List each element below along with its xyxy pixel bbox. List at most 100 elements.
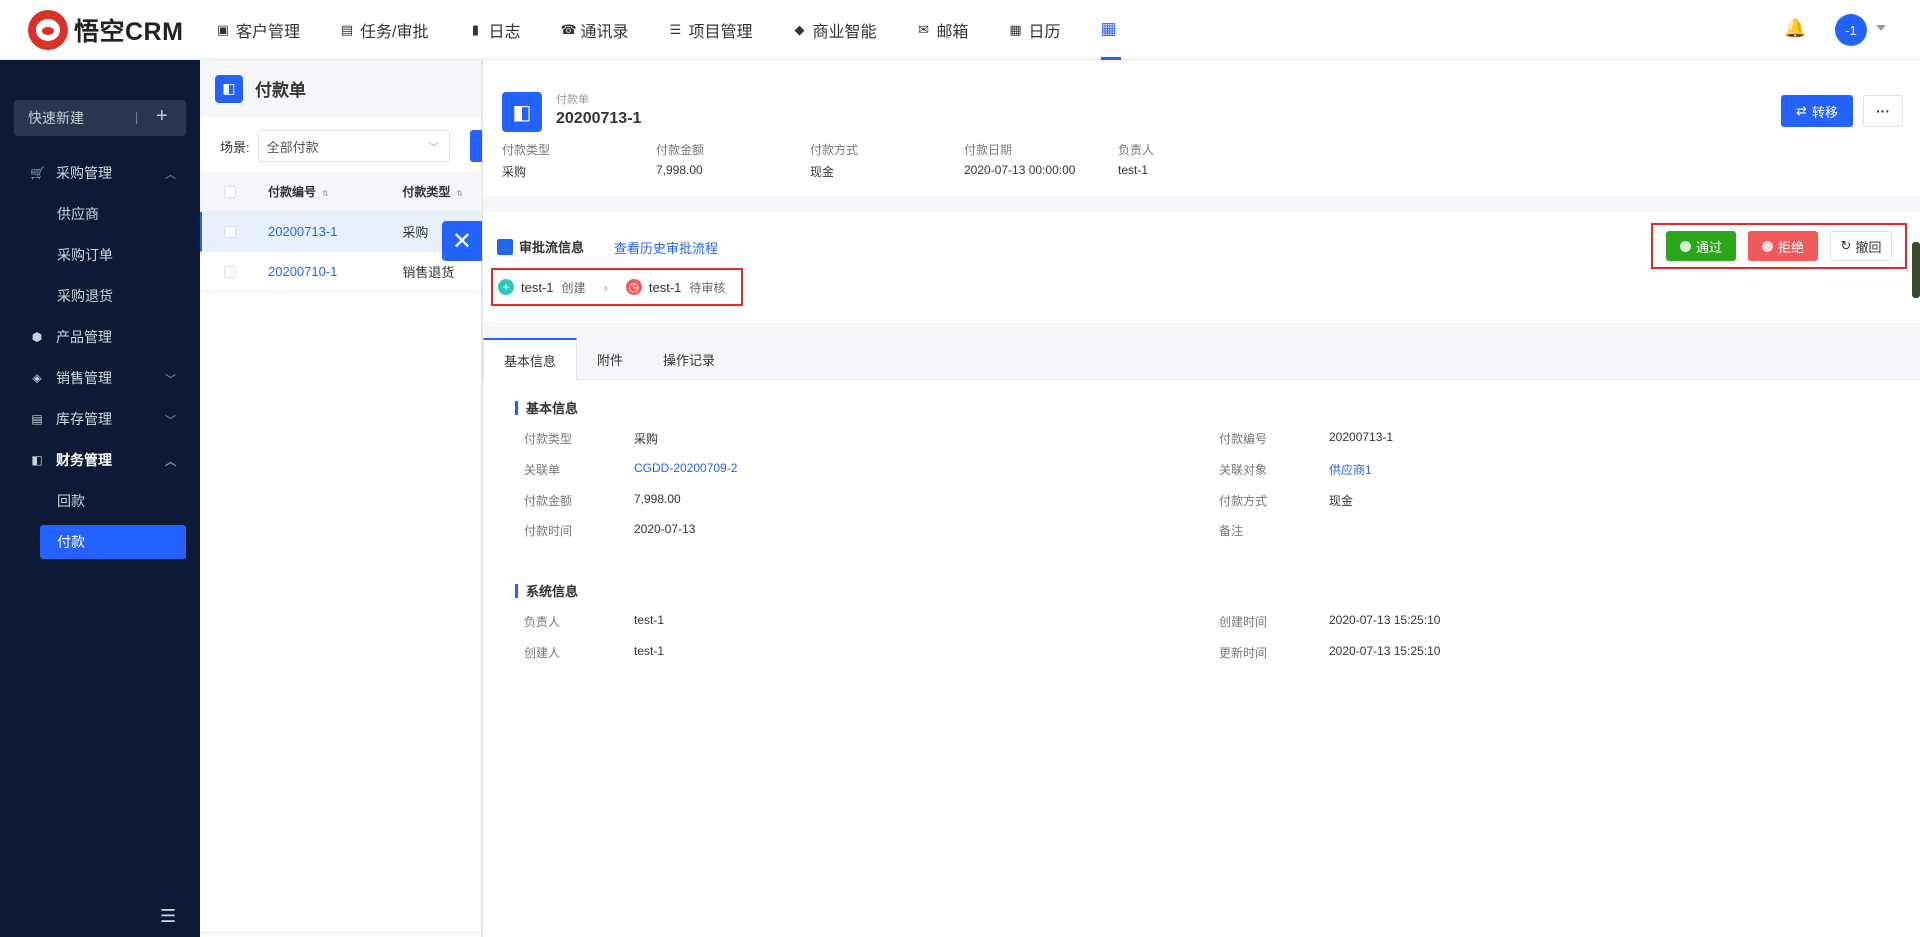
sort-icon[interactable]: ⇅: [322, 189, 329, 198]
sidebar-item-supplier[interactable]: 供应商: [0, 197, 200, 231]
approve-button[interactable]: 通过: [1666, 231, 1736, 261]
table-header: 付款编号 ⇅ 付款类型 ⇅: [200, 172, 482, 212]
recall-button[interactable]: ↻ 撤回: [1830, 231, 1892, 261]
scene-select[interactable]: 全部付款 ﹀: [257, 130, 450, 162]
field-value: 2020-07-13 15:25:10: [1329, 613, 1441, 627]
tab-bar: 基本信息 附件 操作记录: [483, 338, 1920, 380]
field-key: 备注: [1219, 524, 1244, 538]
nav-item-projects[interactable]: ☰ 项目管理: [669, 0, 753, 60]
approval-action-group: 通过 拒绝 ↻ 撤回: [1651, 223, 1907, 269]
field-created-at: 创建时间 2020-07-13 15:25:10: [1219, 613, 1440, 630]
related-object-link[interactable]: 供应商1: [1329, 461, 1372, 478]
user-icon: 👤: [497, 238, 513, 255]
quick-new-label: 快速新建: [28, 110, 84, 126]
table-row[interactable]: 20200713-1 采购: [200, 212, 482, 252]
summary-grid: 付款类型 采购 付款金额 7,998.00 付款方式 现金 付款日期 2020-07-1…: [502, 141, 1272, 180]
nav-item-calendar[interactable]: ▦ 日历: [1009, 0, 1061, 60]
sidebar-item-purchase[interactable]: 🛒 采购管理 ︿: [0, 156, 200, 190]
scrollbar-handle[interactable]: [1912, 242, 1920, 298]
nav-item-label: 日历: [1028, 24, 1061, 41]
field-payment-no: 付款编号 20200713-1: [1219, 430, 1393, 447]
summary-key: 付款类型: [502, 143, 551, 157]
sidebar-item-purchase-return[interactable]: 采购退货: [0, 279, 200, 313]
logo[interactable]: 悟空CRM: [28, 10, 183, 50]
field-updated-at: 更新时间 2020-07-13 15:25:10: [1219, 644, 1440, 661]
related-order-link[interactable]: CGDD-20200709-2: [634, 461, 737, 478]
field-key: 付款金额: [524, 494, 573, 508]
approval-history-link[interactable]: 查看历史审批流程: [614, 238, 718, 257]
list-icon: ☰: [669, 22, 682, 37]
chevron-right-icon: ›: [603, 279, 608, 295]
nav-item-tasks[interactable]: ▤ 任务/审批: [340, 0, 429, 60]
nav-item-bi[interactable]: ◆ 商业智能: [793, 0, 877, 60]
payment-no-link[interactable]: 20200710-1: [268, 264, 402, 279]
summary-key: 付款金额: [656, 143, 705, 157]
wallet-icon: ◧: [31, 453, 43, 467]
nav-item-label: 通讯录: [580, 24, 629, 41]
tab-attachments[interactable]: 附件: [577, 338, 643, 380]
search-button[interactable]: [470, 130, 482, 162]
table-row[interactable]: 20200710-1 销售退货: [200, 252, 482, 292]
field-key: 负责人: [524, 615, 561, 629]
cart-icon: 🛒: [30, 166, 45, 180]
check-circle-icon: [1679, 240, 1691, 252]
avatar[interactable]: -1: [1835, 14, 1867, 46]
horizontal-scrollbar[interactable]: [200, 932, 482, 933]
row-checkbox[interactable]: [224, 225, 236, 238]
apps-grid-icon: ▦: [1100, 18, 1117, 38]
nav-item-contacts[interactable]: ☎ 通讯录: [560, 0, 628, 60]
payment-no-link[interactable]: 20200713-1: [268, 224, 402, 239]
field-key: 创建人: [524, 646, 561, 660]
sidebar-menu: 🛒 采购管理 ︿ 供应商 采购订单 采购退货 ⬢ 产品管理 ◈ 销售管理 ﹀ ▤…: [0, 156, 200, 566]
transfer-label: 转移: [1811, 104, 1838, 120]
divider: [136, 112, 137, 124]
sort-icon[interactable]: ⇅: [456, 189, 463, 198]
sidebar-item-receipt[interactable]: 回款: [0, 484, 200, 518]
scene-label: 场景:: [220, 139, 250, 155]
summary-key: 付款方式: [810, 143, 859, 157]
field-key: 关联单: [524, 463, 561, 477]
sidebar-item-finance[interactable]: ◧ 财务管理 ︿: [0, 443, 200, 477]
chevron-up-icon: ︿: [165, 456, 176, 468]
journal-icon: ▮: [471, 22, 480, 37]
nav-item-label: 项目管理: [688, 24, 753, 41]
caret-down-icon[interactable]: [1876, 25, 1886, 31]
sidebar-item-sales[interactable]: ◈ 销售管理 ﹀: [0, 361, 200, 395]
sidebar-item-stock[interactable]: ▤ 库存管理 ﹀: [0, 402, 200, 436]
collapse-menu-icon[interactable]: ☰: [160, 906, 176, 927]
tabs-panel: 基本信息 附件 操作记录 基本信息 付款类型 采购 关联单 CGDD-2020070…: [483, 338, 1920, 937]
payment-type: 销售退货: [402, 265, 455, 280]
main-nav: ▣ 客户管理 ▤ 任务/审批 ▮ 日志 ☎ 通讯录 ☰ 项目管理 ◆ 商业智能 ✉ 邮箱 ▦ 日…: [216, 0, 1161, 60]
select-all-checkbox[interactable]: [224, 185, 236, 198]
tab-basic-info[interactable]: 基本信息: [483, 338, 578, 380]
nav-item-label: 邮箱: [936, 24, 969, 41]
tag-icon: ◈: [32, 371, 42, 385]
nav-item-customer[interactable]: ▣ 客户管理: [216, 0, 300, 60]
plus-icon[interactable]: +: [156, 105, 168, 128]
reject-button[interactable]: 拒绝: [1748, 231, 1818, 261]
sidebar-item-payment[interactable]: 付款: [40, 525, 186, 559]
sidebar-item-purchase-order[interactable]: 采购订单: [0, 238, 200, 272]
list-panel: ◧ 付款单 场景: 全部付款 ﹀ 付款编号 ⇅ 付款类型 ⇅ 20200713-1 …: [200, 60, 482, 937]
row-checkbox[interactable]: [224, 265, 236, 278]
recall-label: 撤回: [1855, 239, 1882, 255]
quick-new-button[interactable]: 快速新建 +: [14, 100, 186, 136]
more-button[interactable]: ···: [1863, 95, 1903, 127]
swap-icon: ⇄: [1796, 103, 1807, 118]
nav-item-journal[interactable]: ▮ 日志: [468, 0, 521, 60]
tab-operation-log[interactable]: 操作记录: [643, 338, 735, 380]
detail-header: ◧ 付款单 20200713-1 ⇄ 转移 ··· 付款类型 采购 付款金额 7,9…: [483, 60, 1920, 196]
sidebar-item-product[interactable]: ⬢ 产品管理: [0, 320, 200, 354]
approval-title: 👤 审批流信息: [497, 237, 584, 256]
x-circle-icon: [1761, 240, 1773, 252]
column-header[interactable]: 付款编号 ⇅: [268, 183, 402, 200]
bell-icon[interactable]: 🔔: [1784, 18, 1806, 40]
nav-item-mail[interactable]: ✉ 邮箱: [917, 0, 969, 60]
field-key: 付款类型: [524, 432, 573, 446]
column-header[interactable]: 付款类型 ⇅: [402, 183, 482, 200]
field-payment-type: 付款类型 采购: [524, 430, 658, 447]
summary-value: 采购: [502, 165, 527, 179]
nav-item-apps[interactable]: ▦: [1100, 0, 1121, 60]
close-icon[interactable]: ✕: [442, 221, 482, 261]
transfer-button[interactable]: ⇄ 转移: [1781, 95, 1853, 127]
